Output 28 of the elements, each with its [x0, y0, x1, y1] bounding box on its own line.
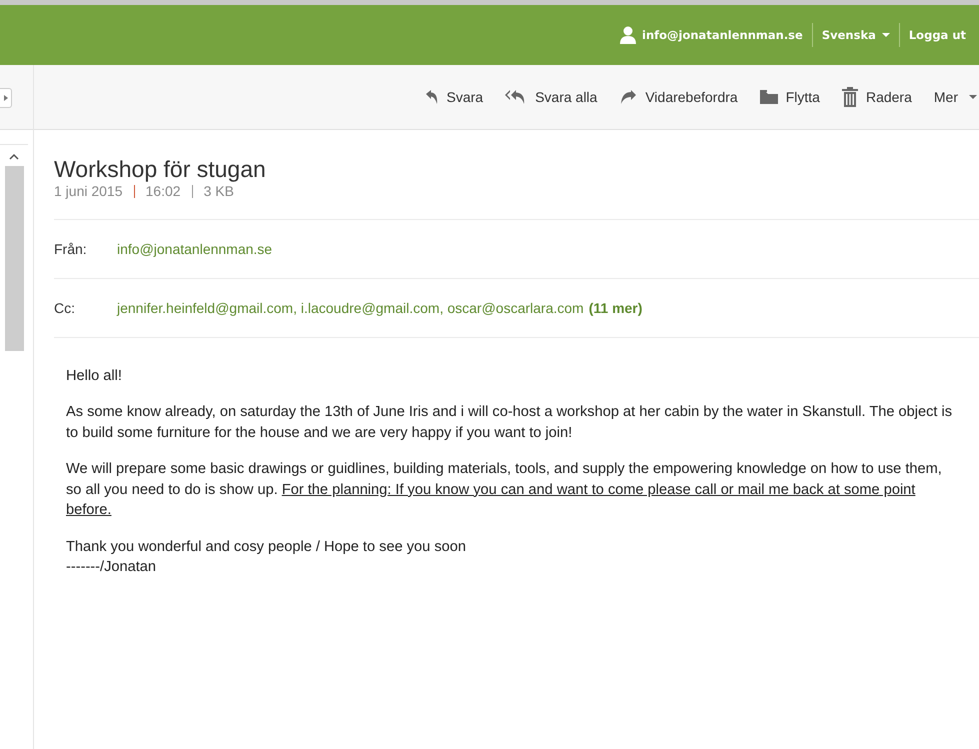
- scroll-up-icon[interactable]: [9, 153, 19, 160]
- toolbar-button[interactable]: Mer: [934, 89, 977, 105]
- user-icon: [620, 26, 636, 44]
- cc-label: Cc:: [54, 300, 76, 316]
- toolbar-button[interactable]: Flytta: [760, 89, 820, 105]
- toolbar-button[interactable]: Svara: [424, 89, 484, 105]
- from-label: Från:: [54, 241, 88, 257]
- email-subject: Workshop för stugan: [54, 156, 267, 183]
- more-recipients-link[interactable]: (11 mer): [588, 300, 642, 316]
- cc-addresses[interactable]: jennifer.heinfeld@gmail.com, i.lacoudre@gmail.com, oscar@oscarlara.com: [99, 300, 584, 316]
- email-date: 1 juni 2015: [54, 183, 123, 199]
- toolbar-button[interactable]: Radera: [842, 87, 912, 107]
- body-paragraph: We will prepare some basic drawings or guidlines, building materials, tools, and supply the empowering knowledge on how to use them, so all you need to do is show up. For the planning: If you know you can and want to come please call or mail me back at some point before.: [66, 460, 943, 520]
- scrollbar-thumb[interactable]: [4, 166, 24, 351]
- forward-icon: [619, 89, 638, 105]
- body-paragraph: As some know already, on saturday the 13th of June Iris and i will co-host a workshop at her cabin by the water in Skanstull. The object is to build some furniture for the house and we are very happy if you want to join!: [66, 403, 954, 443]
- reply-icon: [424, 89, 438, 105]
- body-paragraph: Hello all!: [66, 367, 123, 386]
- toolbar-button[interactable]: Vidarebefordra: [619, 89, 738, 105]
- trash-icon: [842, 87, 858, 107]
- email-time: 16:02: [146, 183, 181, 199]
- expand-icon: [4, 95, 8, 101]
- email-size: 3 KB: [204, 183, 234, 199]
- expand-button[interactable]: [0, 88, 12, 108]
- body-paragraph: Thank you wonderful and cosy people / Hope to see you soon -------/Jonatan: [66, 538, 467, 577]
- folder-icon: [760, 90, 778, 104]
- toolbar-button[interactable]: Svara alla: [505, 89, 598, 105]
- sender-address[interactable]: info@jonatanlennman.se: [99, 241, 272, 257]
